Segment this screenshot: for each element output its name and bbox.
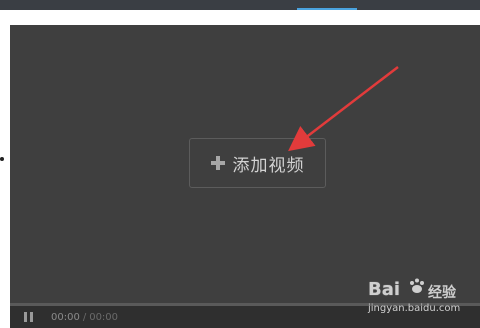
- bullet-dot: [0, 157, 4, 161]
- time-display: 00:00/00:00: [51, 312, 118, 323]
- video-player: 添加视频: [10, 25, 480, 328]
- pause-icon[interactable]: [24, 312, 33, 322]
- control-bar: 00:00/00:00: [10, 303, 480, 328]
- add-video-button[interactable]: 添加视频: [189, 138, 326, 188]
- current-time: 00:00: [51, 311, 80, 323]
- top-bar: [0, 0, 480, 10]
- top-bar-gap: [0, 10, 480, 25]
- plus-icon: [210, 156, 225, 170]
- time-separator: /: [82, 311, 87, 323]
- total-time: 00:00: [89, 311, 119, 323]
- top-bar-active-tab[interactable]: [297, 0, 357, 10]
- add-video-label: 添加视频: [232, 155, 305, 176]
